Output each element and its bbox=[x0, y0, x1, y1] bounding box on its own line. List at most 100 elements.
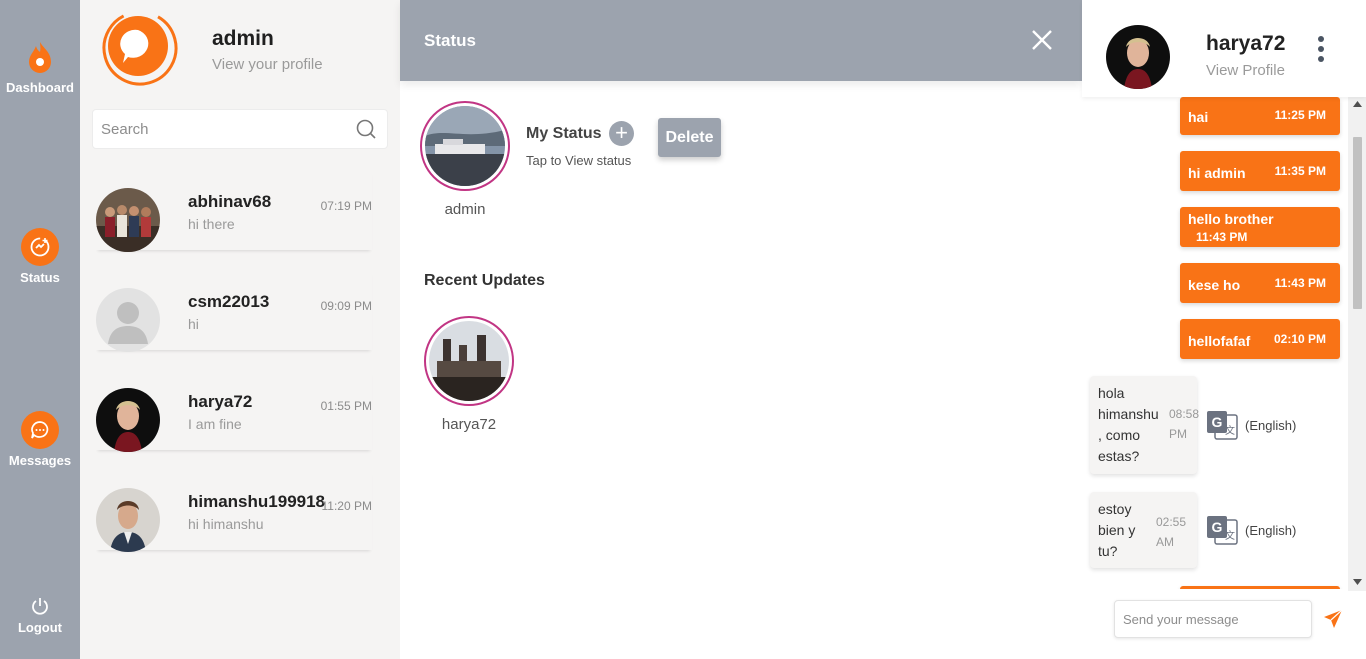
message-time: 02:55 bbox=[1156, 515, 1187, 529]
incoming-message: estoy bien y tu? 02:55 AM bbox=[1090, 492, 1197, 568]
send-icon[interactable] bbox=[1322, 608, 1344, 630]
chat-time: 07:19 PM bbox=[320, 199, 372, 213]
svg-text:G: G bbox=[1212, 414, 1223, 430]
recent-updates-heading: Recent Updates bbox=[424, 272, 545, 289]
flame-icon bbox=[29, 42, 51, 73]
google-translate-icon[interactable]: G 文 bbox=[1205, 409, 1239, 441]
nav-logout[interactable]: Logout bbox=[0, 596, 80, 635]
outgoing-message: hellofafaf 02:10 PM bbox=[1180, 319, 1340, 359]
nav-status[interactable]: Status bbox=[0, 228, 80, 285]
chat-time: 09:09 PM bbox=[320, 299, 372, 313]
outgoing-message: kese ho 11:43 PM bbox=[1180, 263, 1340, 303]
outgoing-message: hi admin 11:35 PM bbox=[1180, 151, 1340, 191]
message-composer bbox=[1114, 600, 1312, 638]
message-time: 08:58 bbox=[1169, 407, 1200, 421]
translate-language[interactable]: (English) bbox=[1245, 418, 1296, 433]
nav-messages[interactable]: Messages bbox=[0, 411, 80, 468]
sidebar-nav: Dashboard Status Messages Logout bbox=[0, 0, 80, 659]
message-list: hai 11:25 PM hi admin 11:35 PM hello bro… bbox=[1082, 97, 1348, 589]
message-line: hola bbox=[1098, 385, 1125, 401]
svg-text:文: 文 bbox=[1225, 424, 1235, 437]
chat-list-item[interactable]: abhinav68 hi there 07:19 PM bbox=[96, 170, 372, 252]
nav-status-label: Status bbox=[20, 270, 60, 285]
nav-dashboard-label: Dashboard bbox=[6, 80, 74, 95]
close-icon[interactable] bbox=[1030, 28, 1054, 52]
app-logo-icon bbox=[102, 10, 178, 86]
google-translate-icon[interactable]: G 文 bbox=[1205, 514, 1239, 546]
more-options-icon[interactable] bbox=[1318, 36, 1326, 64]
message-text: hi admin bbox=[1188, 165, 1246, 181]
chat-list-item[interactable]: himanshu199918 hi himanshu 11:20 PM bbox=[96, 470, 372, 552]
chat-name: harya72 bbox=[188, 392, 253, 411]
search-icon[interactable] bbox=[355, 118, 377, 140]
message-time: AM bbox=[1156, 535, 1174, 549]
chat-name: abhinav68 bbox=[188, 192, 272, 211]
avatar bbox=[96, 188, 160, 252]
status-header: Status bbox=[400, 0, 1082, 81]
recent-status-user: harya72 bbox=[441, 416, 497, 433]
chat-last-message: hi himanshu bbox=[188, 516, 264, 532]
contact-name: harya72 bbox=[1206, 32, 1286, 55]
status-title: Status bbox=[424, 31, 476, 50]
search-input[interactable] bbox=[93, 110, 343, 148]
message-line: estas? bbox=[1098, 448, 1140, 464]
chat-time: 11:20 PM bbox=[321, 499, 372, 513]
message-time: 02:10 PM bbox=[1273, 332, 1326, 346]
view-your-profile-link[interactable]: View your profile bbox=[212, 56, 323, 73]
message-time: 11:43 PM bbox=[1274, 276, 1326, 290]
outgoing-message-partial bbox=[1180, 586, 1340, 589]
incoming-message: hola himanshu , como estas? 08:58 PM bbox=[1090, 376, 1200, 474]
nav-logout-label: Logout bbox=[17, 620, 63, 635]
chat-list: abhinav68 hi there 07:19 PM csm22013 hi … bbox=[96, 170, 388, 568]
message-line: bien y bbox=[1098, 522, 1136, 538]
power-icon bbox=[32, 598, 48, 615]
message-line: , como bbox=[1098, 427, 1141, 443]
scroll-up-icon[interactable] bbox=[1353, 101, 1362, 107]
message-time: 11:43 PM bbox=[1196, 230, 1248, 244]
chat-last-message: hi bbox=[188, 316, 199, 332]
chat-bubble-icon bbox=[21, 411, 59, 449]
svg-text:G: G bbox=[1212, 519, 1223, 535]
chat-list-item[interactable]: csm22013 hi 09:09 PM bbox=[96, 270, 372, 352]
app: Dashboard Status Messages Logout admin V… bbox=[0, 0, 1366, 659]
translate-language[interactable]: (English) bbox=[1245, 523, 1296, 538]
chat-list-panel: admin View your profile Search abhinav68… bbox=[80, 0, 459, 659]
outgoing-message: hello brother 11:43 PM bbox=[1180, 207, 1340, 247]
scrollbar-thumb[interactable] bbox=[1353, 137, 1362, 309]
message-text: hellofafaf bbox=[1188, 333, 1251, 349]
recent-status-thumbnail[interactable] bbox=[424, 316, 514, 406]
chat-last-message: I am fine bbox=[188, 416, 242, 432]
status-panel: Status admin My Status + Tap to View sta… bbox=[400, 0, 1082, 659]
message-text: hai bbox=[1188, 109, 1209, 125]
chat-last-message: hi there bbox=[188, 216, 235, 232]
my-status-owner: admin bbox=[444, 201, 486, 218]
nav-dashboard[interactable]: Dashboard bbox=[0, 40, 80, 95]
message-line: tu? bbox=[1098, 543, 1118, 559]
chat-time: 01:55 PM bbox=[320, 399, 372, 413]
scroll-down-icon[interactable] bbox=[1353, 579, 1362, 585]
message-line: himanshu bbox=[1098, 406, 1159, 422]
nav-messages-label: Messages bbox=[8, 453, 72, 468]
chat-list-item[interactable]: harya72 I am fine 01:55 PM bbox=[96, 370, 372, 452]
svg-text:文: 文 bbox=[1225, 529, 1235, 542]
conversation-header: harya72 View Profile bbox=[1082, 0, 1366, 97]
add-status-icon[interactable]: + bbox=[609, 121, 634, 146]
my-status-thumbnail[interactable] bbox=[420, 101, 510, 191]
status-icon bbox=[21, 228, 59, 266]
message-line: estoy bbox=[1098, 501, 1132, 517]
conversation-scrollbar[interactable] bbox=[1348, 97, 1366, 591]
avatar bbox=[96, 388, 160, 452]
contact-avatar[interactable] bbox=[1106, 25, 1170, 89]
message-time: PM bbox=[1169, 427, 1187, 441]
avatar-placeholder-icon bbox=[96, 288, 160, 352]
chat-name: himanshu199918 bbox=[188, 492, 326, 511]
delete-status-button[interactable]: Delete bbox=[658, 118, 721, 157]
message-input[interactable] bbox=[1115, 601, 1305, 637]
conversation-panel: harya72 View Profile hai 11:25 PM hi adm… bbox=[1082, 0, 1366, 659]
message-time: 11:25 PM bbox=[1274, 108, 1326, 122]
search-box bbox=[92, 109, 388, 149]
tap-to-view-status[interactable]: Tap to View status bbox=[526, 153, 631, 168]
message-text: hello brother bbox=[1188, 211, 1274, 227]
view-profile-link[interactable]: View Profile bbox=[1206, 62, 1285, 79]
my-status-label: My Status bbox=[526, 125, 602, 142]
